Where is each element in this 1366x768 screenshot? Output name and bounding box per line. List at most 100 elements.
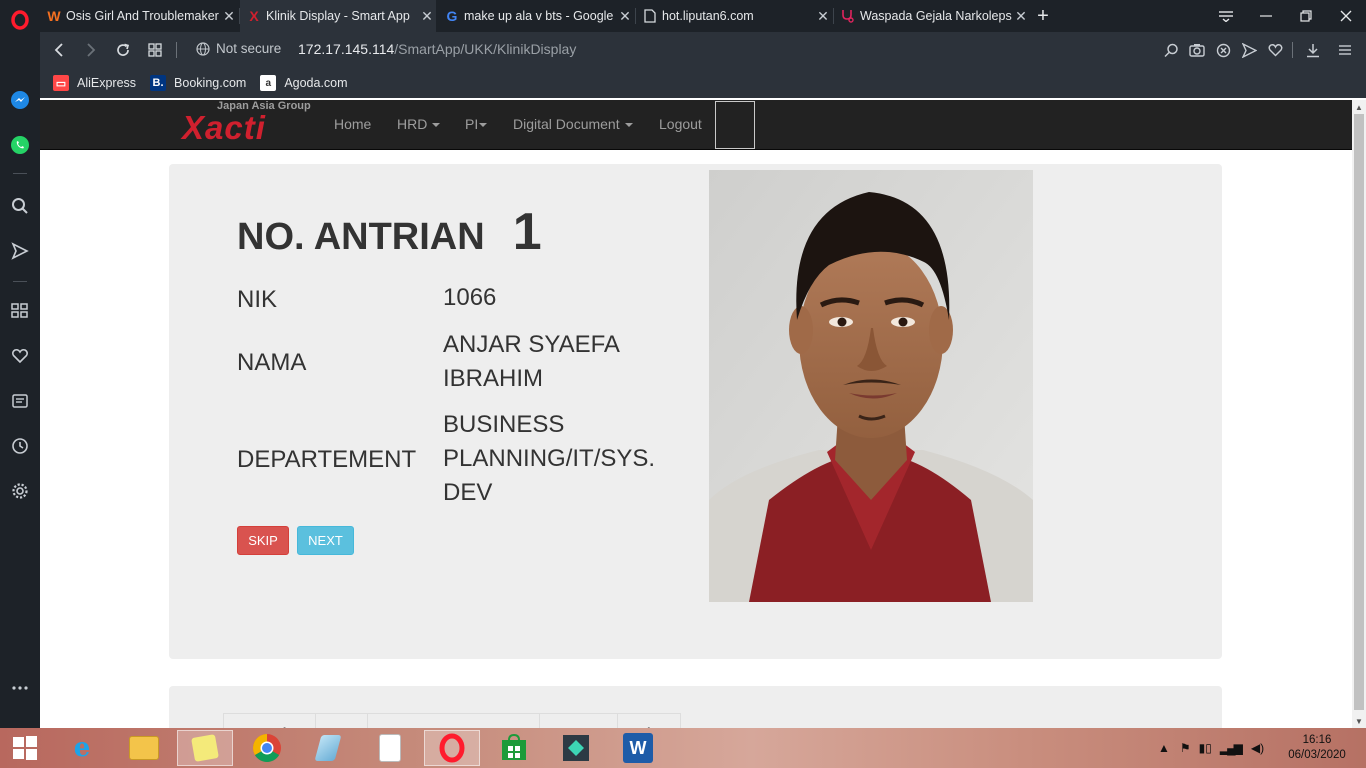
download-icon[interactable] — [1302, 38, 1324, 62]
tabs-grid-icon[interactable] — [143, 38, 167, 62]
xacti-favicon-icon: X — [249, 8, 259, 24]
scroll-down-icon[interactable]: ▼ — [1352, 714, 1366, 728]
heart-icon[interactable] — [8, 344, 32, 368]
filmora-icon[interactable] — [548, 730, 604, 766]
clock-time: 16:16 — [1302, 734, 1332, 746]
nav-digital-document-label: Digital Document — [513, 116, 620, 132]
chevron-down-icon — [624, 123, 633, 128]
opera-icon[interactable] — [424, 730, 480, 766]
bookmark-aliexpress[interactable]: ▭ AliExpress — [53, 75, 136, 91]
new-tab-plus-icon[interactable]: + — [1030, 0, 1056, 32]
tab-google-search[interactable]: G make up ala v bts - Google ✕ — [438, 0, 634, 32]
minimize-icon[interactable] — [1246, 0, 1286, 32]
bookmark-label: AliExpress — [77, 76, 137, 90]
tab-menu-icon[interactable] — [1206, 0, 1246, 32]
notepad-icon[interactable] — [300, 730, 356, 766]
close-tab-icon[interactable]: ✕ — [1012, 8, 1030, 25]
whatsapp-icon[interactable] — [8, 133, 32, 157]
explorer-icon[interactable] — [116, 730, 172, 766]
battery-icon[interactable]: ▮▯ — [1199, 741, 1212, 755]
reload-icon[interactable] — [111, 38, 135, 62]
clock-date: 06/03/2020 — [1288, 749, 1346, 761]
tab-title: hot.liputan6.com — [662, 9, 754, 23]
table-header: No. Antrian — [223, 714, 315, 728]
tab-title: make up ala v bts - Google — [464, 9, 614, 23]
file-icon[interactable] — [362, 730, 418, 766]
close-tab-icon[interactable]: ✕ — [814, 8, 832, 25]
next-button[interactable]: NEXT — [297, 526, 354, 555]
nav-hrd[interactable]: HRD — [397, 116, 441, 132]
easy-setup-icon[interactable] — [1334, 38, 1356, 62]
table-header: Status — [539, 714, 617, 728]
security-indicator[interactable]: Not secure — [196, 41, 281, 56]
nav-logout[interactable]: Logout — [659, 116, 702, 132]
scrollbar-thumb[interactable] — [1354, 114, 1364, 710]
opera-sidebar — [0, 0, 40, 728]
nav-digital-document[interactable]: Digital Document — [513, 116, 633, 132]
send-to-flow-icon[interactable] — [1238, 38, 1260, 62]
page-scrollbar[interactable]: ▲ ▼ — [1352, 100, 1366, 728]
flow-send-icon[interactable] — [8, 239, 32, 263]
brand-logo[interactable]: Japan Asia Group Xacti — [180, 100, 322, 150]
bookmark-booking[interactable]: B. Booking.com — [150, 75, 246, 91]
word-icon[interactable]: W — [610, 730, 666, 766]
bookmark-label: Agoda.com — [284, 76, 348, 90]
wattpad-icon: W — [47, 8, 61, 24]
tab-title: Waspada Gejala Narkolepsi — [860, 9, 1012, 23]
url-field[interactable]: 172.17.145.114/SmartApp/UKK/KlinikDispla… — [298, 41, 576, 57]
store-icon[interactable] — [486, 730, 542, 766]
page-viewport: Japan Asia Group Xacti Home HRD PI Digit… — [40, 100, 1352, 728]
back-icon[interactable] — [47, 38, 71, 62]
close-tab-icon[interactable]: ✕ — [220, 8, 238, 25]
bookmark-heart-icon[interactable] — [1264, 38, 1286, 62]
nav-empty-box[interactable] — [715, 101, 755, 149]
close-window-icon[interactable] — [1326, 0, 1366, 32]
more-icon[interactable] — [8, 676, 32, 700]
messenger-icon[interactable] — [8, 88, 32, 112]
forward-icon[interactable] — [79, 38, 103, 62]
tab-osis-girl[interactable]: W Osis Girl And Troublemaker ✕ — [40, 0, 238, 32]
google-icon: G — [446, 8, 458, 24]
scroll-up-icon[interactable]: ▲ — [1352, 100, 1366, 114]
tab-title: Osis Girl And Troublemaker — [66, 9, 219, 23]
history-clock-icon[interactable] — [8, 434, 32, 458]
tab-liputan6[interactable]: hot.liputan6.com ✕ — [636, 0, 832, 32]
speed-dial-icon[interactable] — [8, 299, 32, 323]
table-header: Nama — [367, 714, 539, 728]
taskbar-clock[interactable]: 16:16 06/03/2020 — [1282, 733, 1352, 763]
close-tab-icon[interactable]: ✕ — [418, 8, 436, 25]
brand-logo-text: Xacti — [182, 109, 266, 146]
patient-photo — [709, 170, 1033, 602]
tab-narkolepsi[interactable]: Waspada Gejala Narkolepsi ✕ — [834, 0, 1030, 32]
nav-pi[interactable]: PI — [465, 116, 488, 132]
page-search-icon[interactable] — [1160, 38, 1182, 62]
skip-button[interactable]: SKIP — [237, 526, 289, 555]
agoda-icon: a — [260, 75, 277, 91]
stethoscope-icon — [840, 8, 856, 24]
tab-klinik-display[interactable]: X Klinik Display - Smart App ✕ — [240, 0, 436, 32]
adblock-icon[interactable] — [1212, 38, 1234, 62]
search-icon[interactable] — [8, 194, 32, 218]
volume-icon[interactable]: ◀) — [1251, 741, 1264, 755]
chrome-icon[interactable] — [239, 730, 295, 766]
flag-icon[interactable]: ⚑ — [1180, 741, 1191, 755]
restore-icon[interactable] — [1286, 0, 1326, 32]
security-label: Not secure — [216, 41, 282, 56]
windows-taskbar: e W ▲ ⚑ ▮▯ ▂▄▆ ◀) 16:16 06/03/2020 — [0, 728, 1366, 768]
chevron-down-icon — [432, 123, 441, 128]
tray-expand-icon[interactable]: ▲ — [1158, 741, 1170, 755]
tab-title: Klinik Display - Smart App — [266, 9, 410, 23]
snapshot-camera-icon[interactable] — [1186, 38, 1208, 62]
bookmark-agoda[interactable]: a Agoda.com — [260, 75, 348, 91]
queue-list-table: No. Antrian NIK Nama Status Action — [223, 713, 681, 728]
nav-home[interactable]: Home — [334, 116, 371, 132]
signal-icon[interactable]: ▂▄▆ — [1220, 741, 1243, 755]
ie-icon[interactable]: e — [54, 730, 110, 766]
sticky-notes-icon[interactable] — [177, 730, 233, 766]
close-tab-icon[interactable]: ✕ — [616, 8, 634, 25]
news-icon[interactable] — [8, 389, 32, 413]
opera-menu-icon[interactable] — [8, 8, 32, 32]
nav-pi-label: PI — [465, 116, 479, 132]
settings-gear-icon[interactable] — [8, 479, 32, 503]
start-icon[interactable] — [0, 730, 50, 766]
